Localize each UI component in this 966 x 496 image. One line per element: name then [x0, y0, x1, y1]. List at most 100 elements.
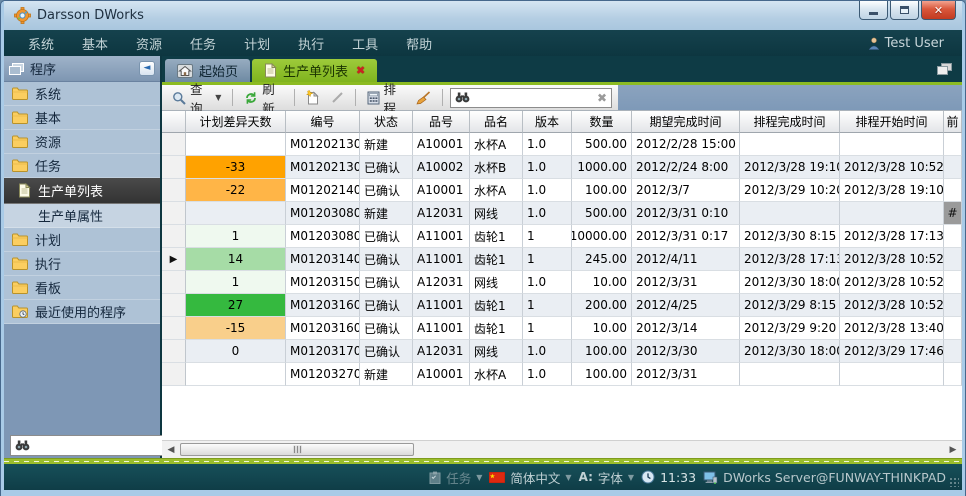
- cell-diff-days[interactable]: 27: [186, 294, 286, 317]
- cell-item-no[interactable]: A12031: [413, 202, 470, 225]
- cell-expected-time[interactable]: 2012/3/7: [632, 179, 740, 202]
- column-header-排程开始时间[interactable]: 排程开始时间: [840, 111, 944, 133]
- cell-qty[interactable]: 1000.00: [572, 156, 632, 179]
- cell-item-name[interactable]: 水杯A: [470, 133, 523, 156]
- row-selector[interactable]: [162, 202, 186, 225]
- cell-sched-start[interactable]: 2012/3/28 10:52: [840, 248, 944, 271]
- menu-item-资源[interactable]: 资源: [122, 31, 176, 56]
- menu-item-任务[interactable]: 任务: [176, 31, 230, 56]
- table-row[interactable]: -33M012021302已确认A10002水杯B1.01000.002012/…: [162, 156, 962, 179]
- cell-diff-days[interactable]: 1: [186, 271, 286, 294]
- cell-expected-time[interactable]: 2012/4/25: [632, 294, 740, 317]
- resize-grip-icon[interactable]: [949, 477, 959, 487]
- sidebar-item-生产单属性[interactable]: 生产单属性: [4, 204, 160, 228]
- cell-expected-time[interactable]: 2012/2/24 8:00: [632, 156, 740, 179]
- column-header-品名[interactable]: 品名: [470, 111, 523, 133]
- cell-diff-days[interactable]: -33: [186, 156, 286, 179]
- cell-version[interactable]: 1.0: [523, 202, 572, 225]
- cell-extra[interactable]: [944, 179, 962, 202]
- cell-version[interactable]: 1.0: [523, 179, 572, 202]
- cell-order-no[interactable]: M012030801: [286, 202, 360, 225]
- menu-item-帮助[interactable]: 帮助: [392, 31, 446, 56]
- cell-item-name[interactable]: 齿轮1: [470, 248, 523, 271]
- cell-sched-start[interactable]: [840, 202, 944, 225]
- cell-sched-end[interactable]: [740, 202, 840, 225]
- cell-diff-days[interactable]: 0: [186, 340, 286, 363]
- cell-qty[interactable]: 10.00: [572, 317, 632, 340]
- cell-order-no[interactable]: M012032701: [286, 363, 360, 386]
- cell-sched-end[interactable]: 2012/3/29 9:20: [740, 317, 840, 340]
- status-language-menu[interactable]: 简体中文 ▼: [489, 468, 571, 487]
- cell-status[interactable]: 新建: [360, 363, 413, 386]
- cell-status[interactable]: 已确认: [360, 179, 413, 202]
- menu-item-计划[interactable]: 计划: [230, 31, 284, 56]
- cell-status[interactable]: 已确认: [360, 317, 413, 340]
- table-row[interactable]: ▶14M012031402已确认A11001齿轮11245.002012/4/1…: [162, 248, 962, 271]
- cell-item-name[interactable]: 水杯A: [470, 179, 523, 202]
- row-selector[interactable]: [162, 294, 186, 317]
- cell-item-name[interactable]: 齿轮1: [470, 317, 523, 340]
- table-row[interactable]: 1M012031501已确认A12031网线1.010.002012/3/312…: [162, 271, 962, 294]
- table-row[interactable]: 27M012031601已确认A11001齿轮11200.002012/4/25…: [162, 294, 962, 317]
- cell-item-no[interactable]: A11001: [413, 225, 470, 248]
- cell-sched-end[interactable]: 2012/3/28 17:13: [740, 248, 840, 271]
- close-button[interactable]: ✕: [921, 1, 956, 20]
- cell-expected-time[interactable]: 2012/3/31: [632, 363, 740, 386]
- cell-item-no[interactable]: A10001: [413, 363, 470, 386]
- column-header-前[interactable]: 前: [944, 111, 962, 133]
- sidebar-collapse-button[interactable]: ◄: [139, 61, 155, 76]
- cell-item-no[interactable]: A10002: [413, 156, 470, 179]
- cell-sched-start[interactable]: 2012/3/28 13:40: [840, 317, 944, 340]
- cell-order-no[interactable]: M012021301: [286, 133, 360, 156]
- row-selector[interactable]: [162, 133, 186, 156]
- column-header-期望完成时间[interactable]: 期望完成时间: [632, 111, 740, 133]
- float-window-icon[interactable]: [937, 63, 952, 75]
- table-row[interactable]: -22M012021401已确认A10001水杯A1.0100.002012/3…: [162, 179, 962, 202]
- horizontal-scrollbar[interactable]: ◀ ▶: [162, 440, 962, 458]
- menu-item-基本[interactable]: 基本: [68, 31, 122, 56]
- cell-diff-days[interactable]: [186, 363, 286, 386]
- column-header-gutter[interactable]: [162, 111, 186, 133]
- table-row[interactable]: -15M012031602已确认A11001齿轮1110.002012/3/14…: [162, 317, 962, 340]
- cell-extra[interactable]: [944, 248, 962, 271]
- column-header-排程完成时间[interactable]: 排程完成时间: [740, 111, 840, 133]
- cell-version[interactable]: 1.0: [523, 156, 572, 179]
- cell-sched-start[interactable]: 2012/3/28 10:52: [840, 271, 944, 294]
- cell-item-no[interactable]: A10001: [413, 133, 470, 156]
- row-selector[interactable]: [162, 363, 186, 386]
- cell-qty[interactable]: 100.00: [572, 179, 632, 202]
- cell-status[interactable]: 新建: [360, 133, 413, 156]
- sidebar-item-执行[interactable]: 执行: [4, 252, 160, 276]
- cell-extra[interactable]: [944, 133, 962, 156]
- cell-sched-end[interactable]: [740, 363, 840, 386]
- row-selector[interactable]: [162, 156, 186, 179]
- cell-expected-time[interactable]: 2012/3/31: [632, 271, 740, 294]
- tab-close-icon[interactable]: ✖: [356, 64, 365, 77]
- cell-diff-days[interactable]: -22: [186, 179, 286, 202]
- cell-item-name[interactable]: 网线: [470, 202, 523, 225]
- row-selector[interactable]: [162, 179, 186, 202]
- table-row[interactable]: M012021301新建A10001水杯A1.0500.002012/2/28 …: [162, 133, 962, 156]
- cell-sched-start[interactable]: [840, 363, 944, 386]
- cell-qty[interactable]: 10.00: [572, 271, 632, 294]
- scroll-left-icon[interactable]: ◀: [164, 443, 178, 457]
- cell-order-no[interactable]: M012031402: [286, 248, 360, 271]
- cell-extra[interactable]: [944, 225, 962, 248]
- cell-version[interactable]: 1: [523, 317, 572, 340]
- cell-diff-days[interactable]: [186, 133, 286, 156]
- cell-diff-days[interactable]: [186, 202, 286, 225]
- sidebar-item-系统[interactable]: 系统: [4, 82, 160, 106]
- cell-sched-start[interactable]: [840, 133, 944, 156]
- cell-sched-start[interactable]: 2012/3/28 10:52: [840, 294, 944, 317]
- sidebar-item-最近使用的程序[interactable]: 最近使用的程序: [4, 300, 160, 324]
- table-row[interactable]: M012030801新建A12031网线1.0500.002012/3/31 0…: [162, 202, 962, 225]
- cell-sched-start[interactable]: 2012/3/28 19:10: [840, 179, 944, 202]
- cell-item-name[interactable]: 齿轮1: [470, 294, 523, 317]
- cell-order-no[interactable]: M012031601: [286, 294, 360, 317]
- column-header-计划差异天数[interactable]: 计划差异天数: [186, 111, 286, 133]
- cell-diff-days[interactable]: 1: [186, 225, 286, 248]
- menu-item-系统[interactable]: 系统: [14, 31, 68, 56]
- column-header-状态[interactable]: 状态: [360, 111, 413, 133]
- column-header-版本[interactable]: 版本: [523, 111, 572, 133]
- cell-qty[interactable]: 245.00: [572, 248, 632, 271]
